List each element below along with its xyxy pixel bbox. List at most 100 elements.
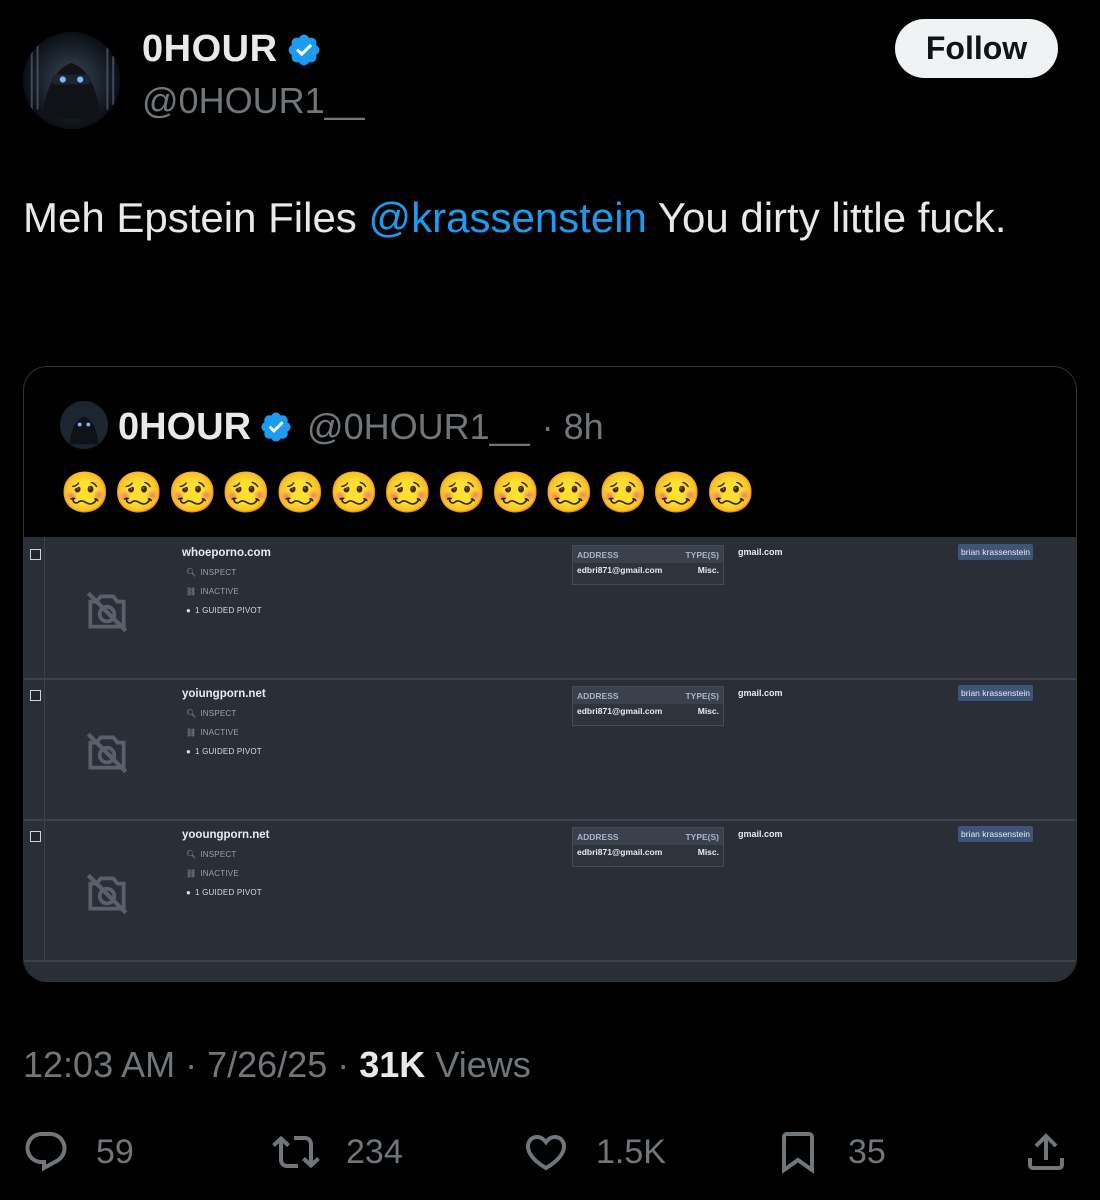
verified-badge-icon [288,34,319,65]
reply-button[interactable]: 59 [22,1128,134,1176]
result-row: whoeporno.com 🔍︎ INSPECT ⛓︎ INACTIVE ● 1 GUIDE… [24,537,1076,680]
row-pivot: ● 1 GUIDED PIVOT [186,888,262,897]
no-photo-icon [82,587,132,637]
action-bar: 59 234 1.5K 35 [0,1120,1100,1190]
row-checkbox [30,690,41,701]
link-off-icon: ⛓︎ [186,728,197,737]
name-tag: brian krassenstein [958,685,1033,701]
repost-icon [272,1135,320,1169]
row-domain: yooungporn.net [182,829,270,841]
quoted-author-avatar[interactable] [60,401,108,449]
address-table: ADDRESS TYPE(S) edbri871@gmail.com Misc. [572,545,724,585]
author-avatar[interactable] [23,32,120,129]
repost-count: 234 [346,1132,403,1171]
search-icon: 🔍︎ [186,568,197,577]
row-divider [44,819,45,960]
row-domain: whoeporno.com [182,547,271,559]
email-domain: gmail.com [738,688,783,698]
row-domain: yoiungporn.net [182,688,266,700]
type-value: Misc. [697,706,719,716]
author-name-row[interactable]: 0HOUR [142,28,322,71]
row-divider [44,537,45,678]
row-status: ⛓︎ INACTIVE [186,869,239,878]
address-header: ADDRESS [577,831,619,842]
email-domain: gmail.com [738,829,783,839]
compass-icon: ● [186,888,192,897]
row-status: ⛓︎ INACTIVE [186,728,239,737]
bookmark-count: 35 [848,1132,886,1171]
result-row: yooungporn.net 🔍︎ INSPECT ⛓︎ INACTIVE ● 1 GUID… [24,819,1076,962]
row-pivot: ● 1 GUIDED PIVOT [186,747,262,756]
mention-link[interactable]: @krassenstein [368,194,646,241]
quoted-handle[interactable]: @0HOUR1__ [307,406,530,448]
address-header: ADDRESS [577,690,619,701]
author-display-name[interactable]: 0HOUR [142,28,278,71]
like-count: 1.5K [596,1132,666,1171]
address-table-row: edbri871@gmail.com Misc. [573,845,723,859]
row-checkbox [30,831,41,842]
compass-icon: ● [186,606,192,615]
bookmark-icon [782,1132,814,1174]
row-pivot-label: 1 GUIDED PIVOT [195,606,262,615]
address-table-row: edbri871@gmail.com Misc. [573,704,723,718]
row-pivot: ● 1 GUIDED PIVOT [186,606,262,615]
link-off-icon: ⛓︎ [186,587,197,596]
tweet-date[interactable]: 7/26/25 [207,1044,327,1085]
address-header: ADDRESS [577,549,619,560]
name-tag: brian krassenstein [958,826,1033,842]
row-inspect: 🔍︎ INSPECT [186,850,236,859]
separator: · [185,1044,208,1085]
address-table: ADDRESS TYPE(S) edbri871@gmail.com Misc. [572,827,724,867]
quoted-display-name[interactable]: 0HOUR [118,406,251,449]
row-status-label: INACTIVE [200,728,239,737]
reply-count: 59 [96,1132,134,1171]
types-header: TYPE(S) [685,831,719,842]
like-button[interactable]: 1.5K [522,1128,666,1176]
like-icon [525,1135,567,1171]
result-row: yoiungporn.net 🔍︎ INSPECT ⛓︎ INACTIVE ● 1 GUID… [24,678,1076,821]
row-pivot-label: 1 GUIDED PIVOT [195,747,262,756]
type-value: Misc. [697,565,719,575]
share-button[interactable] [1022,1128,1070,1176]
reply-icon [25,1132,67,1172]
attached-screenshot[interactable]: whoeporno.com 🔍︎ INSPECT ⛓︎ INACTIVE ● 1 GUIDE… [24,537,1076,981]
search-icon: 🔍︎ [186,709,197,718]
row-checkbox [30,549,41,560]
bookmark-button[interactable]: 35 [774,1128,886,1176]
no-photo-icon [82,869,132,919]
share-icon [1028,1133,1064,1170]
tweet-time[interactable]: 12:03 AM [23,1044,175,1085]
quoted-timestamp[interactable]: · 8h [542,406,604,448]
row-inspect-label: INSPECT [200,709,237,718]
quoted-tweet[interactable]: 0HOUR @0HOUR1__ · 8h 🥴🥴🥴🥴🥴🥴🥴🥴🥴🥴🥴🥴🥴 whoep… [23,366,1077,982]
email-value: edbri871@gmail.com [577,706,663,716]
row-inspect-label: INSPECT [200,568,237,577]
verified-badge-icon [261,412,291,442]
address-table-header: ADDRESS TYPE(S) [573,828,723,845]
no-photo-icon [82,728,132,778]
views-label: Views [435,1044,531,1085]
types-header: TYPE(S) [685,549,719,560]
address-table-row: edbri871@gmail.com Misc. [573,563,723,577]
link-off-icon: ⛓︎ [186,869,197,878]
compass-icon: ● [186,747,192,756]
address-table: ADDRESS TYPE(S) edbri871@gmail.com Misc. [572,686,724,726]
quoted-author-row[interactable]: 0HOUR @0HOUR1__ · 8h [118,401,604,453]
separator: · [337,1044,360,1085]
row-divider [44,678,45,819]
row-inspect: 🔍︎ INSPECT [186,568,236,577]
follow-button[interactable]: Follow [895,19,1058,78]
row-status-label: INACTIVE [200,587,239,596]
author-handle[interactable]: @0HOUR1__ [142,80,365,122]
row-inspect-label: INSPECT [200,850,237,859]
tweet-text-part: Meh Epstein Files [23,194,369,241]
email-value: edbri871@gmail.com [577,847,663,857]
tweet-timestamp: 12:03 AM · 7/26/25 · 31K Views [23,1044,531,1086]
email-value: edbri871@gmail.com [577,565,663,575]
row-pivot-label: 1 GUIDED PIVOT [195,888,262,897]
search-icon: 🔍︎ [186,850,197,859]
tweet-text: Meh Epstein Files @krassenstein You dirt… [23,188,1023,248]
repost-button[interactable]: 234 [272,1128,403,1176]
types-header: TYPE(S) [685,690,719,701]
tweet-text-part: You dirty little fuck. [646,194,1007,241]
